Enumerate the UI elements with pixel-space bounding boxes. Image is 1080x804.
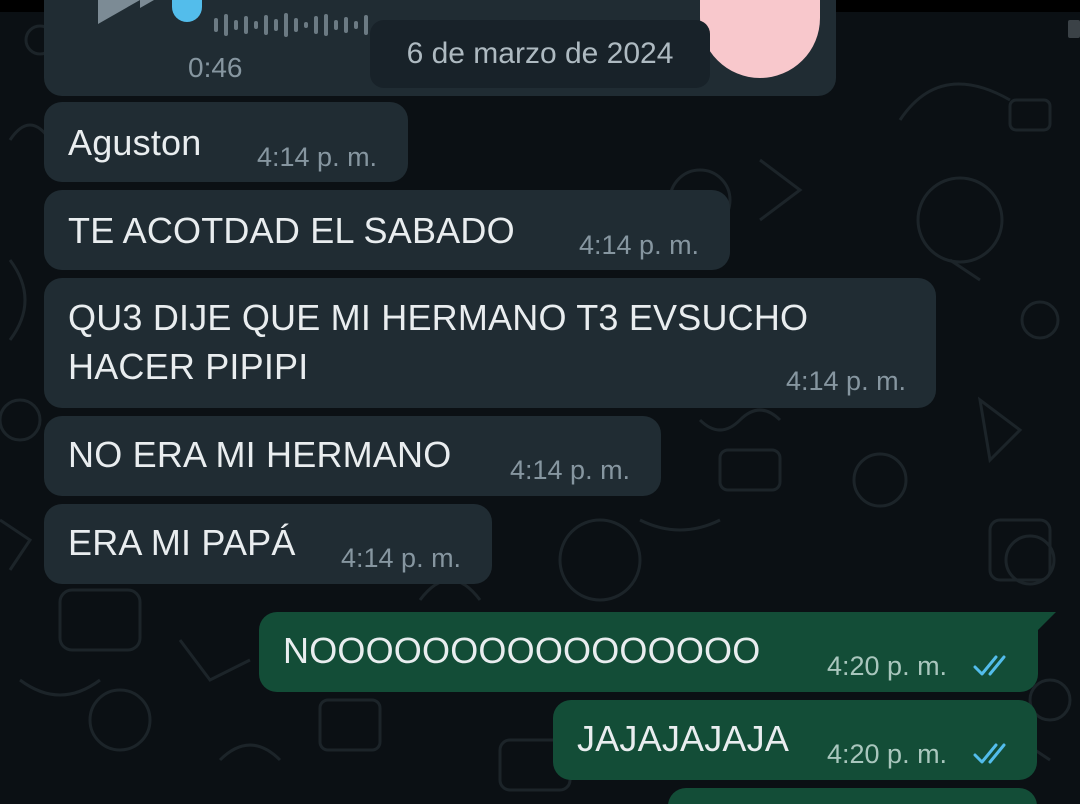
message-time: 4:20 p. m. [827, 651, 948, 681]
chat-window: 0:46 6 de marzo de 2024 Aguston 4:14 p. … [0, 0, 1080, 804]
bubble-tail [1036, 612, 1056, 632]
message-text: NO ERA MI HERMANO [68, 434, 452, 475]
play-button[interactable] [98, 0, 140, 24]
message-bubble-incoming[interactable]: NO ERA MI HERMANO 4:14 p. m. [44, 416, 661, 496]
message-bubble-outgoing[interactable]: NOOOOOOOOOOOOOOOO 4:20 p. m. [259, 612, 1038, 692]
message-bubble-incoming[interactable]: QU3 DIJE QUE MI HERMANO T3 EVSUCHO HACER… [44, 278, 936, 408]
message-text: TE ACOTDAD EL SABADO [68, 210, 515, 251]
message-text: JAJAJAJAJA [577, 718, 790, 759]
message-text-line-1: QU3 DIJE QUE MI HERMANO T3 EVSUCHO [68, 297, 809, 338]
message-text: NOOOOOOOOOOOOOOOO [283, 630, 761, 671]
message-bubble-incoming[interactable]: ERA MI PAPÁ 4:14 p. m. [44, 504, 492, 584]
message-text: ERA MI PAPÁ [68, 522, 296, 563]
scroll-indicator[interactable] [1068, 20, 1080, 38]
double-check-read-icon [973, 743, 1006, 764]
message-bubble-incoming[interactable]: TE ACOTDAD EL SABADO 4:14 p. m. [44, 190, 730, 270]
message-bubble-incoming[interactable]: Aguston 4:14 p. m. [44, 102, 408, 182]
message-time: 4:14 p. m. [257, 142, 378, 172]
date-separator: 6 de marzo de 2024 [370, 20, 710, 88]
message-time: 4:14 p. m. [579, 230, 700, 260]
message-time: 4:14 p. m. [510, 455, 631, 485]
message-time: 4:20 p. m. [827, 739, 948, 769]
message-time: 4:14 p. m. [341, 543, 462, 573]
message-time: 4:14 p. m. [786, 366, 907, 396]
message-bubble-outgoing-partial[interactable] [668, 788, 1037, 804]
message-bubble-outgoing[interactable]: JAJAJAJAJA 4:20 p. m. [553, 700, 1037, 780]
audio-duration: 0:46 [188, 52, 243, 83]
message-text: Aguston [68, 122, 202, 163]
double-check-read-icon [973, 655, 1006, 676]
message-text-line-2: HACER PIPIPI [68, 346, 309, 387]
